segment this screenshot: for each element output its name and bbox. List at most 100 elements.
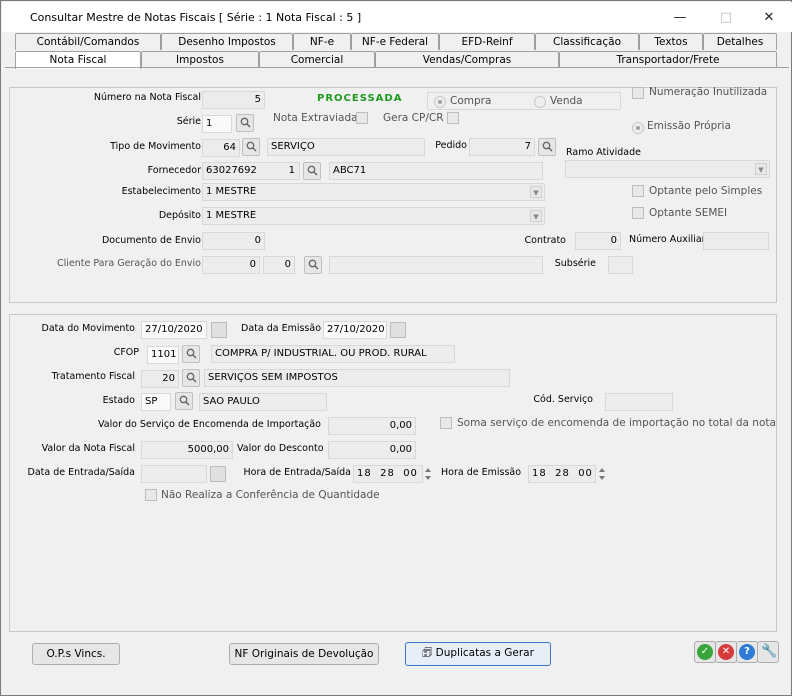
tab-nfe[interactable]: NF-e [293, 33, 351, 50]
hora-es-field[interactable]: 18 28 00 [353, 465, 423, 483]
calendar-icon[interactable] [210, 466, 226, 482]
data-emissao-label: Data da Emissão [241, 323, 322, 334]
tab-textos[interactable]: Textos [639, 33, 703, 50]
valor-nota-field[interactable]: 5000,00 [141, 441, 233, 459]
close-button[interactable]: ✕ [746, 3, 792, 32]
estado-field[interactable]: SP [141, 393, 171, 411]
serie-field[interactable]: 1 [202, 115, 232, 133]
tab-desenho-impostos[interactable]: Desenho Impostos [161, 33, 293, 50]
nota-extraviada-checkbox[interactable] [356, 112, 368, 124]
doc-envio-field[interactable]: 0 [202, 232, 265, 250]
tab-classificacao[interactable]: Classificação [535, 33, 639, 50]
wrench-icon: 🔧 [761, 644, 778, 659]
tab-transportador-frete[interactable]: Transportador/Frete [559, 51, 777, 68]
tipo-mov-search-icon[interactable] [242, 138, 260, 156]
data-mov-field[interactable]: 27/10/2020 [141, 321, 207, 339]
tab-contabil[interactable]: Contábil/Comandos [15, 33, 161, 50]
calendar-icon[interactable] [211, 322, 227, 338]
tab-nfe-federal[interactable]: NF-e Federal [351, 33, 439, 50]
deposito-select[interactable]: 1 MESTRE ▼ [202, 207, 545, 225]
main-window: Consultar Mestre de Notas Fiscais [ Séri… [0, 0, 792, 696]
duplicatas-button[interactable]: 🗊 Duplicatas a Gerar [405, 642, 551, 666]
chevron-down-icon: ▼ [755, 163, 767, 175]
compra-radio[interactable] [434, 96, 446, 108]
tipo-mov-code[interactable]: 64 [202, 139, 240, 157]
tratamento-search-icon[interactable] [182, 369, 200, 387]
maximize-button[interactable]: □ [703, 3, 749, 32]
calendar-icon[interactable] [390, 322, 406, 338]
cod-servico-field[interactable] [605, 393, 673, 411]
nao-realiza-checkbox[interactable] [145, 489, 157, 501]
cliente-search-icon[interactable] [304, 256, 322, 274]
cliente-code[interactable]: 0 [202, 256, 260, 274]
tab-impostos[interactable]: Impostos [141, 51, 259, 68]
cod-servico-label: Cód. Serviço [533, 394, 593, 405]
data-es-field[interactable] [141, 465, 207, 483]
gera-cpcr-checkbox[interactable] [447, 112, 459, 124]
estado-search-icon[interactable] [175, 392, 193, 410]
valor-desconto-label: Valor do Desconto [237, 443, 324, 454]
ok-button[interactable]: ✓ [694, 641, 716, 663]
gera-cpcr-label: Gera CP/CR [383, 112, 444, 124]
numeracao-inutilizada-label: Numeração Inutilizada [649, 86, 768, 98]
valor-desconto-field[interactable]: 0,00 [328, 441, 416, 459]
cliente-label: Cliente Para Geração do Envio [56, 258, 201, 269]
data-es-label: Data de Entrada/Saída [27, 467, 135, 478]
data-mov-label: Data do Movimento [41, 323, 136, 334]
optante-simples-checkbox[interactable] [632, 185, 644, 197]
hora-emissao-s: 00 [578, 468, 593, 479]
chevron-down-icon: ▼ [530, 210, 542, 222]
estab-value: 1 MESTRE [206, 186, 257, 197]
pedido-search-icon[interactable] [538, 138, 556, 156]
tab-efd-reinf[interactable]: EFD-Reinf [439, 33, 535, 50]
emissao-propria-label: Emissão Própria [647, 120, 731, 132]
tab-vendas-compras[interactable]: Vendas/Compras [375, 51, 559, 68]
estab-select[interactable]: 1 MESTRE ▼ [202, 183, 545, 201]
fornecedor-seq: 1 [288, 165, 295, 176]
spin-icon[interactable] [598, 465, 606, 483]
subserie-label: Subsérie [554, 258, 596, 269]
tipo-mov-desc: SERVIÇO [267, 138, 425, 156]
cfop-field[interactable]: 1101 [147, 346, 179, 364]
ops-vincs-button[interactable]: O.P.s Vincs. [32, 643, 120, 665]
app-icon [10, 11, 22, 23]
contrato-field[interactable]: 0 [575, 232, 621, 250]
hora-emissao-field[interactable]: 18 28 00 [528, 465, 596, 483]
hora-es-h: 18 [357, 468, 372, 479]
num-aux-field[interactable] [703, 232, 769, 250]
ramo-atividade-select[interactable]: ▼ [565, 160, 770, 178]
data-emissao-field[interactable]: 27/10/2020 [323, 321, 387, 339]
soma-servico-checkbox[interactable] [440, 417, 452, 429]
cfop-search-icon[interactable] [182, 345, 200, 363]
estab-label: Estabelecimento [121, 186, 201, 197]
tab-detalhes[interactable]: Detalhes [703, 33, 777, 50]
valor-servico-field[interactable]: 0,00 [328, 417, 416, 435]
minimize-button[interactable]: — [657, 3, 703, 32]
serie-search-icon[interactable] [236, 114, 254, 132]
cliente-seq[interactable]: 0 [263, 256, 295, 274]
optante-semei-checkbox[interactable] [632, 207, 644, 219]
help-button[interactable]: ? [736, 641, 758, 663]
tab-comercial[interactable]: Comercial [259, 51, 375, 68]
venda-label: Venda [550, 95, 583, 107]
help-icon: ? [739, 644, 755, 660]
spin-icon[interactable] [424, 465, 432, 483]
nf-originais-button[interactable]: NF Originais de Devolução [229, 643, 379, 665]
numeracao-inutilizada-checkbox[interactable] [632, 87, 644, 99]
tools-button[interactable]: 🔧 [757, 641, 779, 663]
serie-label: Série [176, 116, 201, 127]
venda-radio[interactable] [534, 96, 546, 108]
pedido-field[interactable]: 7 [469, 138, 535, 156]
subserie-field[interactable] [608, 256, 633, 274]
fornecedor-code[interactable]: 63027692 1 [202, 162, 300, 180]
tratamento-field[interactable]: 20 [141, 370, 179, 388]
emissao-propria-radio[interactable] [632, 122, 644, 134]
numero-field[interactable]: 5 [202, 91, 265, 109]
cancel-button[interactable]: ✕ [715, 641, 737, 663]
tratamento-desc: SERVIÇOS SEM IMPOSTOS [204, 369, 510, 387]
soma-servico-label: Soma serviço de encomenda de importação … [457, 417, 776, 429]
fornecedor-search-icon[interactable] [303, 162, 321, 180]
cfop-label: CFOP [113, 347, 139, 358]
duplicate-icon: 🗊 [422, 646, 433, 659]
tipo-mov-label: Tipo de Movimento [110, 141, 201, 152]
